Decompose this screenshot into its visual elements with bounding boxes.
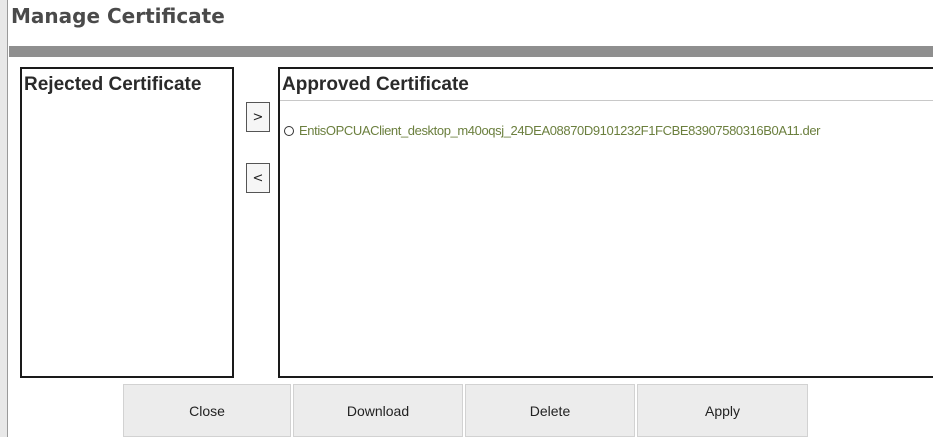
left-edge-divider [7, 0, 8, 437]
approved-certificate-header: Approved Certificate [280, 69, 933, 101]
action-buttons: Close Download Delete Apply [123, 384, 810, 437]
delete-button[interactable]: Delete [465, 384, 635, 437]
close-button[interactable]: Close [123, 384, 291, 437]
rejected-certificate-list[interactable]: Rejected Certificate [20, 67, 234, 378]
manage-certificate-dialog: Manage Certificate Rejected Certificate … [0, 0, 933, 437]
move-to-approved-button[interactable]: > [246, 102, 270, 132]
move-to-rejected-button[interactable]: < [246, 163, 270, 193]
apply-button[interactable]: Apply [637, 384, 808, 437]
certificate-radio[interactable] [284, 125, 294, 136]
download-button[interactable]: Download [293, 384, 463, 437]
dialog-title: Manage Certificate [11, 4, 225, 28]
certificate-label[interactable]: EntisOPCUAClient_desktop_m40oqsj_24DEA08… [299, 123, 821, 138]
rejected-certificate-header: Rejected Certificate [24, 74, 202, 95]
certificate-list-item[interactable]: EntisOPCUAClient_desktop_m40oqsj_24DEA08… [284, 123, 821, 138]
title-divider-bar [9, 46, 933, 57]
approved-certificate-list[interactable]: Approved Certificate EntisOPCUAClient_de… [278, 67, 933, 378]
